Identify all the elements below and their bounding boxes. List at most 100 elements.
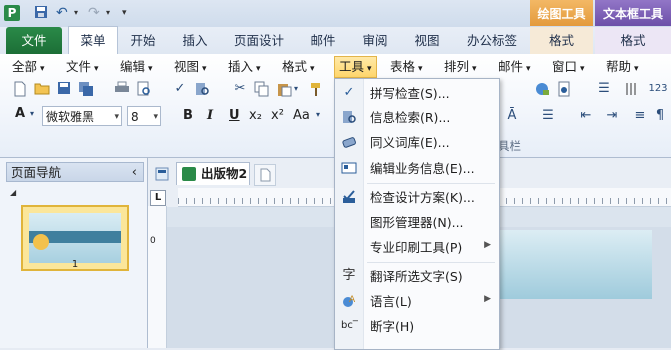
menu-tools-label: 工具 [339,59,365,74]
menu-item-label: 同义词库(E)... [370,135,450,150]
tab-page-design[interactable]: 页面设计 [226,27,292,54]
print-icon[interactable] [114,81,130,97]
tab-mailings[interactable]: 邮件 [298,27,348,54]
tab-office-tab[interactable]: 办公标签 [458,27,526,54]
menu-file[interactable]: 文件 ▾ [66,58,99,76]
chevron-down-icon: ▾ [418,64,423,74]
underline-button[interactable]: U [229,107,240,125]
font-color-icon[interactable]: A [12,106,28,122]
hyperlink-icon[interactable] [534,81,550,97]
cut-icon[interactable]: ✂ [232,81,248,97]
document-tab[interactable]: 出版物2 ✕ [176,162,267,185]
textbox-tools-context-tab: 文本框工具 [595,0,671,26]
subscript-button[interactable]: x₂ [249,107,262,125]
bold-button[interactable]: B [183,107,193,125]
spellcheck-icon[interactable]: ✓ [172,81,188,97]
tab-textbox-format[interactable]: 格式 [595,27,671,54]
columns-icon[interactable]: ☰ [596,81,612,97]
menu-edit[interactable]: 编辑 ▾ [120,58,153,76]
ribbon-tab-row: 文件 菜单 开始 插入 页面设计 邮件 审阅 视图 办公标签 格式 格式 [0,26,671,55]
business-info-icon [341,160,357,176]
chevron-down-icon: ▾ [40,64,45,74]
menu-item-commercial-print[interactable]: 专业印刷工具(P) ▶ [335,236,499,259]
vertical-ruler[interactable]: 0 [148,206,167,348]
menu-window[interactable]: 窗口 ▾ [552,58,585,76]
tab-view[interactable]: 视图 [404,27,450,54]
open-icon[interactable] [34,81,50,97]
menu-item-design-checker[interactable]: 检查设计方案(K)... [335,186,499,209]
tab-insert[interactable]: 插入 [170,27,220,54]
translate-icon: 字 [342,268,356,283]
change-case-dropdown-icon[interactable]: ▾ [314,107,322,123]
menu-item-label: 检查设计方案(K)... [370,190,475,205]
paste-icon[interactable] [276,81,292,97]
menu-item-business-info[interactable]: 编辑业务信息(E)... [335,157,499,180]
copy-icon[interactable] [254,81,270,97]
menu-item-graphics-manager[interactable]: 图形管理器(N)... [335,211,499,234]
save-icon[interactable] [56,81,72,97]
section-expand-icon[interactable]: ◢ [10,188,16,197]
superscript-button[interactable]: x² [271,107,284,125]
tab-menu[interactable]: 菜单 [68,26,118,55]
menu-item-hyphenation[interactable]: bc‾ 断字(H) [335,315,499,338]
align-icon[interactable]: ≡ [632,108,648,124]
change-case-button[interactable]: Aa [293,107,310,125]
menu-item-research[interactable]: 信息检索(R)... [335,106,499,129]
paragraph-icon[interactable]: ¶ [652,108,668,124]
research-icon[interactable] [194,81,210,97]
chevron-down-icon: ▾ [202,64,207,74]
menu-arrange[interactable]: 排列 ▾ [444,58,477,76]
menu-view[interactable]: 视图 ▾ [174,58,207,76]
numbering-icon[interactable]: 123 [648,81,668,97]
tab-drawing-format[interactable]: 格式 [530,27,593,54]
menu-format[interactable]: 格式 ▾ [282,58,315,76]
text-effect-icon[interactable]: Ā [504,108,520,124]
paste-dropdown-icon[interactable]: ▾ [292,81,300,97]
undo-icon[interactable]: ↶ [56,5,72,21]
menu-item-spelling[interactable]: ✓ 拼写检查(S)... [335,82,499,105]
menu-item-label: 信息检索(R)... [370,110,451,125]
italic-button[interactable]: I [207,107,213,125]
hyphenation-icon: bc‾ [341,320,358,331]
new-icon[interactable] [12,81,28,97]
font-color-dropdown-icon[interactable]: ▾ [28,106,36,122]
menu-item-thesaurus[interactable]: 同义词库(E)... [335,131,499,154]
decrease-indent-icon[interactable]: ⇤ [578,108,594,124]
app-icon[interactable]: P [4,5,20,21]
menu-all[interactable]: 全部 ▾ [12,58,45,76]
menu-item-language[interactable]: A 语言(L) ▶ [335,290,499,313]
insert-symbol-icon[interactable] [556,81,572,97]
tab-review[interactable]: 审阅 [352,27,398,54]
format-painter-icon[interactable] [308,81,324,97]
new-tab-button[interactable] [254,164,276,186]
increase-indent-icon[interactable]: ⇥ [604,108,620,124]
font-size-combo[interactable]: 8 ▾ [127,106,161,126]
bullets-icon[interactable]: ☰ [540,108,556,124]
thesaurus-icon [341,134,357,150]
undo-dropdown-icon[interactable]: ▾ [74,5,84,21]
menu-tools[interactable]: 工具 ▾ [334,56,377,78]
customize-qat-icon[interactable]: ▾ [122,5,134,21]
font-size-value: 8 [131,110,139,124]
ruler-corner-tab-selector[interactable]: L [150,190,166,206]
tab-file[interactable]: 文件 [6,27,62,54]
text-direction-icon[interactable] [624,81,640,97]
save-icon[interactable] [34,5,48,21]
menu-separator [367,262,495,263]
collapse-pane-icon[interactable]: ‹ [132,163,137,183]
page-thumbnail[interactable]: 1 [21,205,129,271]
font-name-combo[interactable]: 微软雅黑 ▾ [42,106,122,126]
save-all-icon[interactable] [78,81,94,97]
redo-icon[interactable]: ↷ [88,5,104,21]
redo-dropdown-icon[interactable]: ▾ [106,5,116,21]
menu-help[interactable]: 帮助 ▾ [606,58,639,76]
menu-insert[interactable]: 插入 ▾ [228,58,261,76]
menu-table[interactable]: 表格 ▾ [390,58,423,76]
menu-mailings[interactable]: 邮件 ▾ [498,58,531,76]
chevron-down-icon: ▾ [472,64,477,74]
print-preview-icon[interactable] [136,81,152,97]
menu-item-translate[interactable]: 字 翻译所选文字(S) [335,265,499,288]
chevron-down-icon: ▾ [148,64,153,74]
menu-table-label: 表格 [390,59,416,74]
tab-home[interactable]: 开始 [120,27,166,54]
